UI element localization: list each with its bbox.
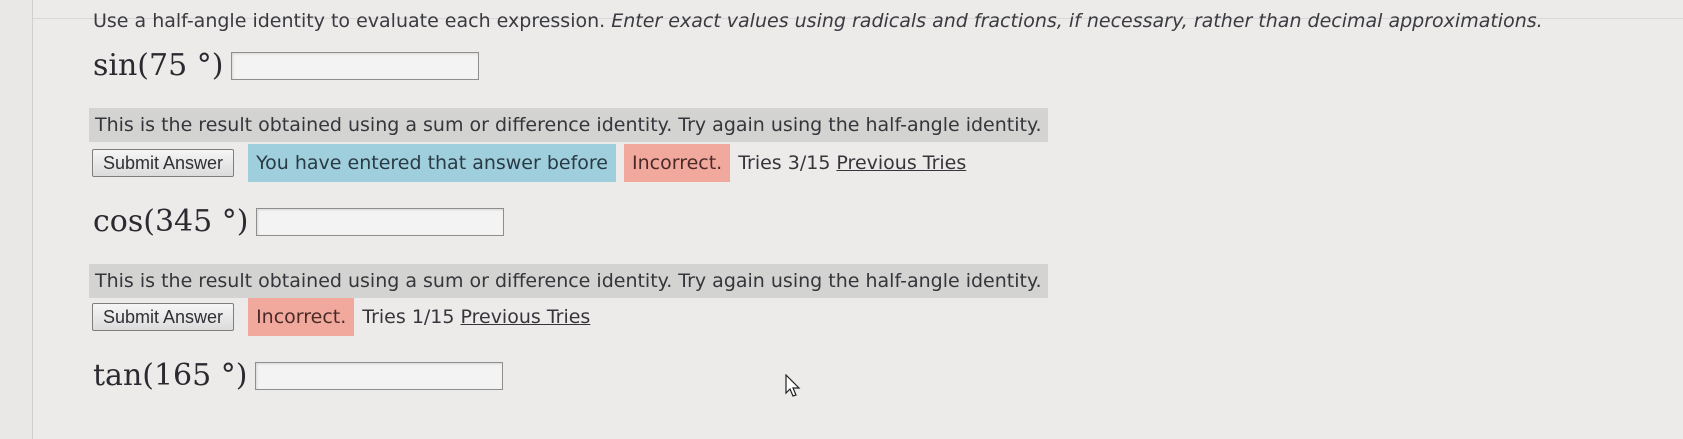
tries-count: Tries 1/15 [362, 306, 455, 328]
question-expression: tan(165 °) [93, 358, 248, 393]
answer-status-row: Submit Answer You have entered that answ… [92, 144, 966, 182]
feedback-message: This is the result obtained using a sum … [89, 264, 1048, 298]
question-expression: sin(75 °) [93, 48, 224, 83]
previous-tries-link[interactable]: Previous Tries [836, 152, 966, 174]
tries-count: Tries 3/15 [738, 152, 831, 174]
answer-status-row: Submit Answer Incorrect. Tries 1/15 Prev… [92, 298, 590, 336]
question-cos345: cos(345 °) [93, 204, 505, 239]
question-sin75: sin(75 °) [93, 48, 480, 83]
feedback-message: This is the result obtained using a sum … [89, 108, 1048, 142]
incorrect-badge: Incorrect. [624, 144, 731, 182]
question-tan165: tan(165 °) [93, 358, 504, 393]
question-expression: cos(345 °) [93, 204, 249, 239]
problem-panel: Use a half-angle identity to evaluate ea… [32, 0, 1683, 439]
instructions-plain: Use a half-angle identity to evaluate ea… [93, 10, 606, 32]
mouse-pointer-icon [785, 374, 801, 397]
instructions: Use a half-angle identity to evaluate ea… [93, 10, 1543, 32]
repeat-answer-notice: You have entered that answer before [248, 144, 616, 182]
previous-tries-link[interactable]: Previous Tries [460, 306, 590, 328]
answer-input-sin75[interactable] [231, 51, 480, 80]
submit-answer-button[interactable]: Submit Answer [92, 303, 235, 331]
submit-answer-button[interactable]: Submit Answer [92, 149, 235, 177]
answer-input-cos345[interactable] [256, 207, 505, 236]
instructions-italic: Enter exact values using radicals and fr… [611, 10, 1543, 32]
incorrect-badge: Incorrect. [248, 298, 355, 336]
answer-input-tan165[interactable] [255, 361, 504, 390]
